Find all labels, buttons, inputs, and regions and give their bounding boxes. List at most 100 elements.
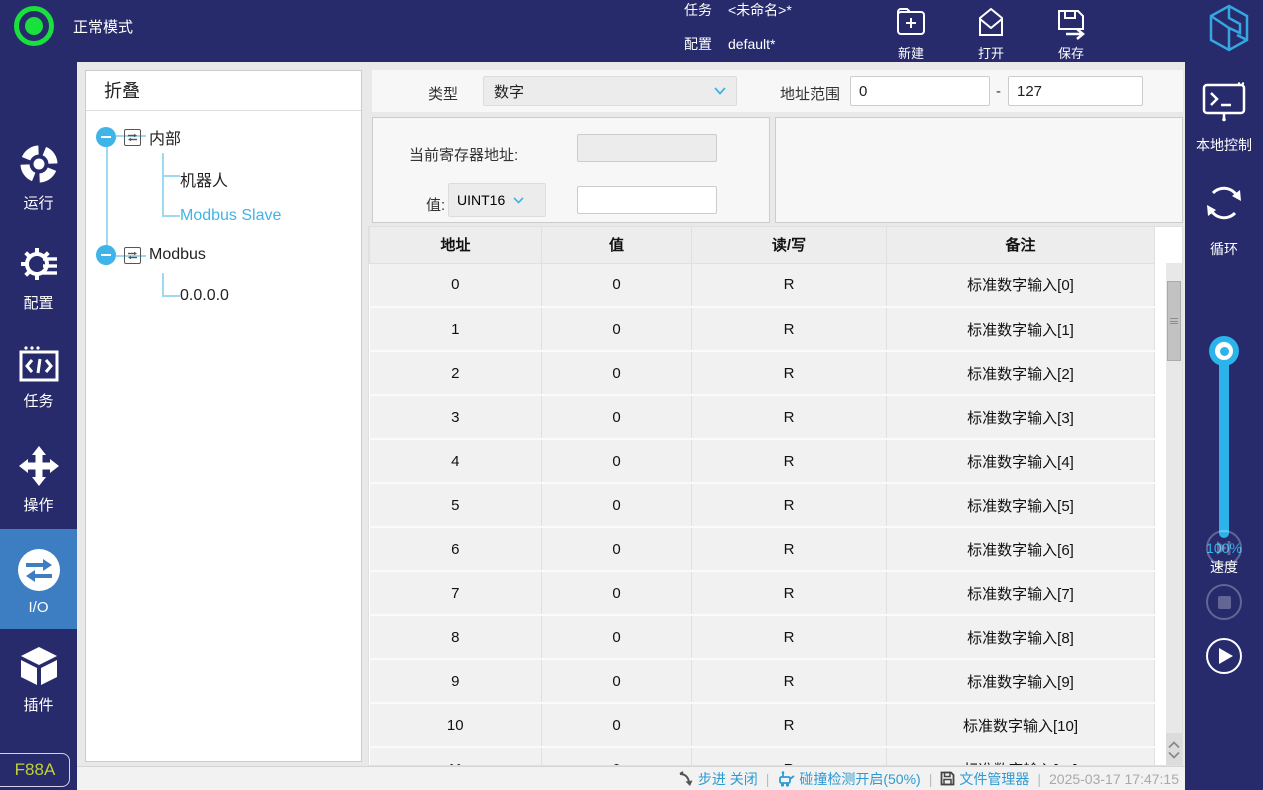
task-config-block: 任务 <未命名>* 配置 default*: [684, 2, 792, 70]
cell-value: 0: [541, 571, 692, 616]
right-sidebar: 本地控制 循环 100% 速度: [1185, 62, 1263, 790]
current-register-input[interactable]: [577, 134, 717, 162]
table-row[interactable]: 2 0 R 标准数字输入[2]: [369, 351, 1155, 396]
cell-address: 5: [369, 483, 542, 528]
cell-note: 标准数字输入[9]: [886, 659, 1155, 704]
new-button-label: 新建: [897, 46, 924, 61]
table-row[interactable]: 1 0 R 标准数字输入[1]: [369, 307, 1155, 352]
scroll-down-icon[interactable]: [1168, 751, 1180, 759]
tree-leaf-ip[interactable]: 0.0.0.0: [180, 287, 229, 305]
cell-rw: R: [691, 659, 887, 704]
play-button[interactable]: [1206, 638, 1242, 674]
cell-value: 0: [541, 439, 692, 484]
sidebar-item-task[interactable]: 任务: [0, 344, 77, 440]
cube-icon: [20, 647, 57, 685]
statusbar-separator: |: [765, 770, 770, 787]
table-header-row: 地址 值 读/写 备注: [369, 227, 1155, 264]
mode-status-icon: [14, 6, 54, 46]
cell-note: 标准数字输入[0]: [886, 263, 1155, 308]
sidebar-item-io[interactable]: I/O: [0, 529, 77, 629]
sidebar-item-run[interactable]: 运行: [0, 142, 77, 238]
table-body: 0 0 R 标准数字输入[0] 1 0 R 标准数字输入[1] 2 0 R 标准…: [369, 263, 1155, 765]
table-row[interactable]: 6 0 R 标准数字输入[6]: [369, 527, 1155, 572]
table-row[interactable]: 11 0 R 标准数字输入[11]: [369, 747, 1155, 765]
statusbar-separator: |: [928, 770, 933, 787]
tree-node-internal[interactable]: 内部: [96, 125, 181, 149]
cell-note: 标准数字输入[11]: [886, 747, 1155, 765]
statusbar: 步进 关闭 | 碰撞检测开启(50%) | 文件管理器 | 2025-03-17…: [77, 766, 1185, 790]
table-row[interactable]: 5 0 R 标准数字输入[5]: [369, 483, 1155, 528]
scrollbar-buttons[interactable]: [1166, 733, 1182, 765]
cell-address: 7: [369, 571, 542, 616]
tree-node-modbus[interactable]: Modbus: [96, 245, 206, 265]
loop-button[interactable]: 循环: [1185, 180, 1263, 259]
play-icon: [1218, 648, 1233, 664]
stop-button: [1206, 584, 1242, 620]
tree-line: [162, 273, 164, 297]
cell-rw: R: [691, 483, 887, 528]
task-value: <未命名>*: [728, 2, 792, 18]
collision-detect-toggle[interactable]: 碰撞检测开启(50%): [777, 769, 921, 789]
table-row[interactable]: 9 0 R 标准数字输入[9]: [369, 659, 1155, 704]
value-input[interactable]: [577, 186, 717, 214]
table-scrollbar[interactable]: [1166, 263, 1182, 765]
sidebar-item-label: 任务: [23, 393, 54, 410]
cell-value: 0: [541, 747, 692, 765]
cell-note: 标准数字输入[4]: [886, 439, 1155, 484]
value-type-dropdown[interactable]: UINT16: [448, 183, 546, 217]
col-header-value: 值: [541, 227, 692, 264]
tree-line: [162, 215, 180, 217]
cell-address: 9: [369, 659, 542, 704]
cell-rw: R: [691, 351, 887, 396]
value-type-value: UINT16: [457, 192, 506, 208]
sidebar-item-operate[interactable]: 操作: [0, 444, 77, 540]
tree-collapse-header[interactable]: 折叠: [86, 71, 361, 111]
config-value: default*: [728, 36, 776, 52]
save-task-button[interactable]: 保存: [1039, 6, 1103, 63]
cell-note: 标准数字输入[3]: [886, 395, 1155, 440]
tree-leaf-robot[interactable]: 机器人: [180, 167, 228, 191]
collapse-minus-icon[interactable]: [96, 127, 116, 147]
cell-note: 标准数字输入[2]: [886, 351, 1155, 396]
open-task-button[interactable]: 打开: [959, 6, 1023, 63]
scrollbar-thumb[interactable]: [1167, 281, 1181, 361]
slider-knob[interactable]: [1209, 336, 1239, 366]
scroll-up-icon[interactable]: [1168, 741, 1180, 749]
range-from-input[interactable]: [850, 76, 990, 106]
file-manager-icon: [940, 771, 955, 786]
cell-rw: R: [691, 703, 887, 748]
slider-track[interactable]: [1219, 358, 1229, 538]
range-to-input[interactable]: [1008, 76, 1143, 106]
mode-indicator: 正常模式: [14, 6, 133, 46]
file-manager-button[interactable]: 文件管理器: [940, 769, 1029, 789]
tree-line: [162, 175, 180, 177]
code-window-icon: [19, 346, 58, 382]
tree-node-label: Modbus: [149, 246, 206, 263]
cell-value: 0: [541, 351, 692, 396]
table-row[interactable]: 0 0 R 标准数字输入[0]: [369, 263, 1155, 308]
loop-label: 循环: [1210, 241, 1238, 257]
cell-address: 11: [369, 747, 542, 765]
sidebar-item-label: 运行: [23, 195, 54, 212]
sidebar-item-plugin[interactable]: 插件: [0, 644, 77, 740]
stop-icon: [1217, 595, 1231, 609]
range-dash: -: [996, 83, 1001, 100]
cell-rw: R: [691, 263, 887, 308]
open-button-label: 打开: [977, 46, 1004, 61]
cell-rw: R: [691, 571, 887, 616]
type-dropdown[interactable]: 数字: [483, 76, 737, 106]
new-task-button[interactable]: 新建: [879, 6, 943, 63]
local-control-button[interactable]: 本地控制: [1185, 82, 1263, 155]
table-row[interactable]: 10 0 R 标准数字输入[10]: [369, 703, 1155, 748]
task-label: 任务: [684, 2, 712, 18]
current-register-label: 当前寄存器地址:: [409, 147, 519, 164]
tree-leaf-modbus-slave[interactable]: Modbus Slave: [180, 207, 281, 225]
table-row[interactable]: 4 0 R 标准数字输入[4]: [369, 439, 1155, 484]
collapse-minus-icon[interactable]: [96, 245, 116, 265]
table-row[interactable]: 7 0 R 标准数字输入[7]: [369, 571, 1155, 616]
sidebar-item-config[interactable]: 配置: [0, 242, 77, 338]
device-tree-panel: 折叠 内部 机器人 Modbus Slave Modbus 0.0.0.0: [85, 70, 362, 762]
table-row[interactable]: 8 0 R 标准数字输入[8]: [369, 615, 1155, 660]
step-toggle[interactable]: 步进 关闭: [678, 769, 758, 789]
table-row[interactable]: 3 0 R 标准数字输入[3]: [369, 395, 1155, 440]
